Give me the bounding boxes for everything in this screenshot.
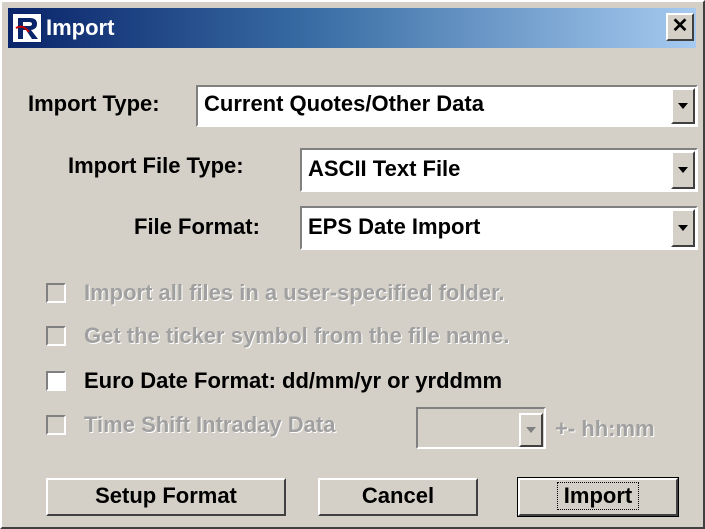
import-button-label: Import <box>556 482 640 510</box>
time-shift-checkbox[interactable] <box>46 415 66 435</box>
file-format-value: EPS Date Import <box>308 214 481 239</box>
cancel-button[interactable]: Cancel <box>318 478 478 516</box>
option-euro-date[interactable]: Euro Date Format: dd/mm/yr or yrddmm <box>46 367 646 397</box>
option-time-shift[interactable]: Time Shift Intraday Data <box>46 411 426 441</box>
import-button[interactable]: Import <box>517 477 679 517</box>
import-type-value: Current Quotes/Other Data <box>204 91 484 116</box>
setup-format-button[interactable]: Setup Format <box>46 478 286 516</box>
chevron-down-icon[interactable] <box>671 88 695 124</box>
ticker-from-name-label: Get the ticker symbol from the file name… <box>84 323 510 348</box>
all-files-label: Import all files in a user-specified fol… <box>84 280 505 305</box>
window-title: Import <box>46 15 115 40</box>
option-all-files[interactable]: Import all files in a user-specified fol… <box>46 279 646 309</box>
chevron-down-icon[interactable] <box>519 413 543 447</box>
time-shift-suffix: +- hh:mm <box>555 416 655 441</box>
ticker-from-name-checkbox[interactable] <box>46 326 66 346</box>
import-type-select[interactable]: Current Quotes/Other Data <box>196 85 698 127</box>
file-format-label: File Format: <box>134 214 260 239</box>
file-format-select[interactable]: EPS Date Import <box>300 206 698 250</box>
import-dialog: Import ✕ Import Type: Current Quotes/Oth… <box>0 0 705 529</box>
time-shift-select[interactable] <box>416 407 546 449</box>
all-files-checkbox[interactable] <box>46 283 66 303</box>
app-logo-icon <box>12 13 42 43</box>
import-file-type-label: Import File Type: <box>68 153 244 178</box>
chevron-down-icon[interactable] <box>671 151 695 189</box>
import-file-type-value: ASCII Text File <box>308 156 461 181</box>
close-icon[interactable]: ✕ <box>666 13 694 41</box>
import-file-type-select[interactable]: ASCII Text File <box>300 148 698 192</box>
euro-date-label: Euro Date Format: dd/mm/yr or yrddmm <box>84 368 503 393</box>
option-ticker-from-name[interactable]: Get the ticker symbol from the file name… <box>46 322 646 352</box>
euro-date-checkbox[interactable] <box>46 371 66 391</box>
title-bar[interactable]: Import ✕ <box>8 8 696 48</box>
import-type-label: Import Type: <box>28 91 160 116</box>
chevron-down-icon[interactable] <box>671 209 695 247</box>
time-shift-label: Time Shift Intraday Data <box>84 412 336 437</box>
